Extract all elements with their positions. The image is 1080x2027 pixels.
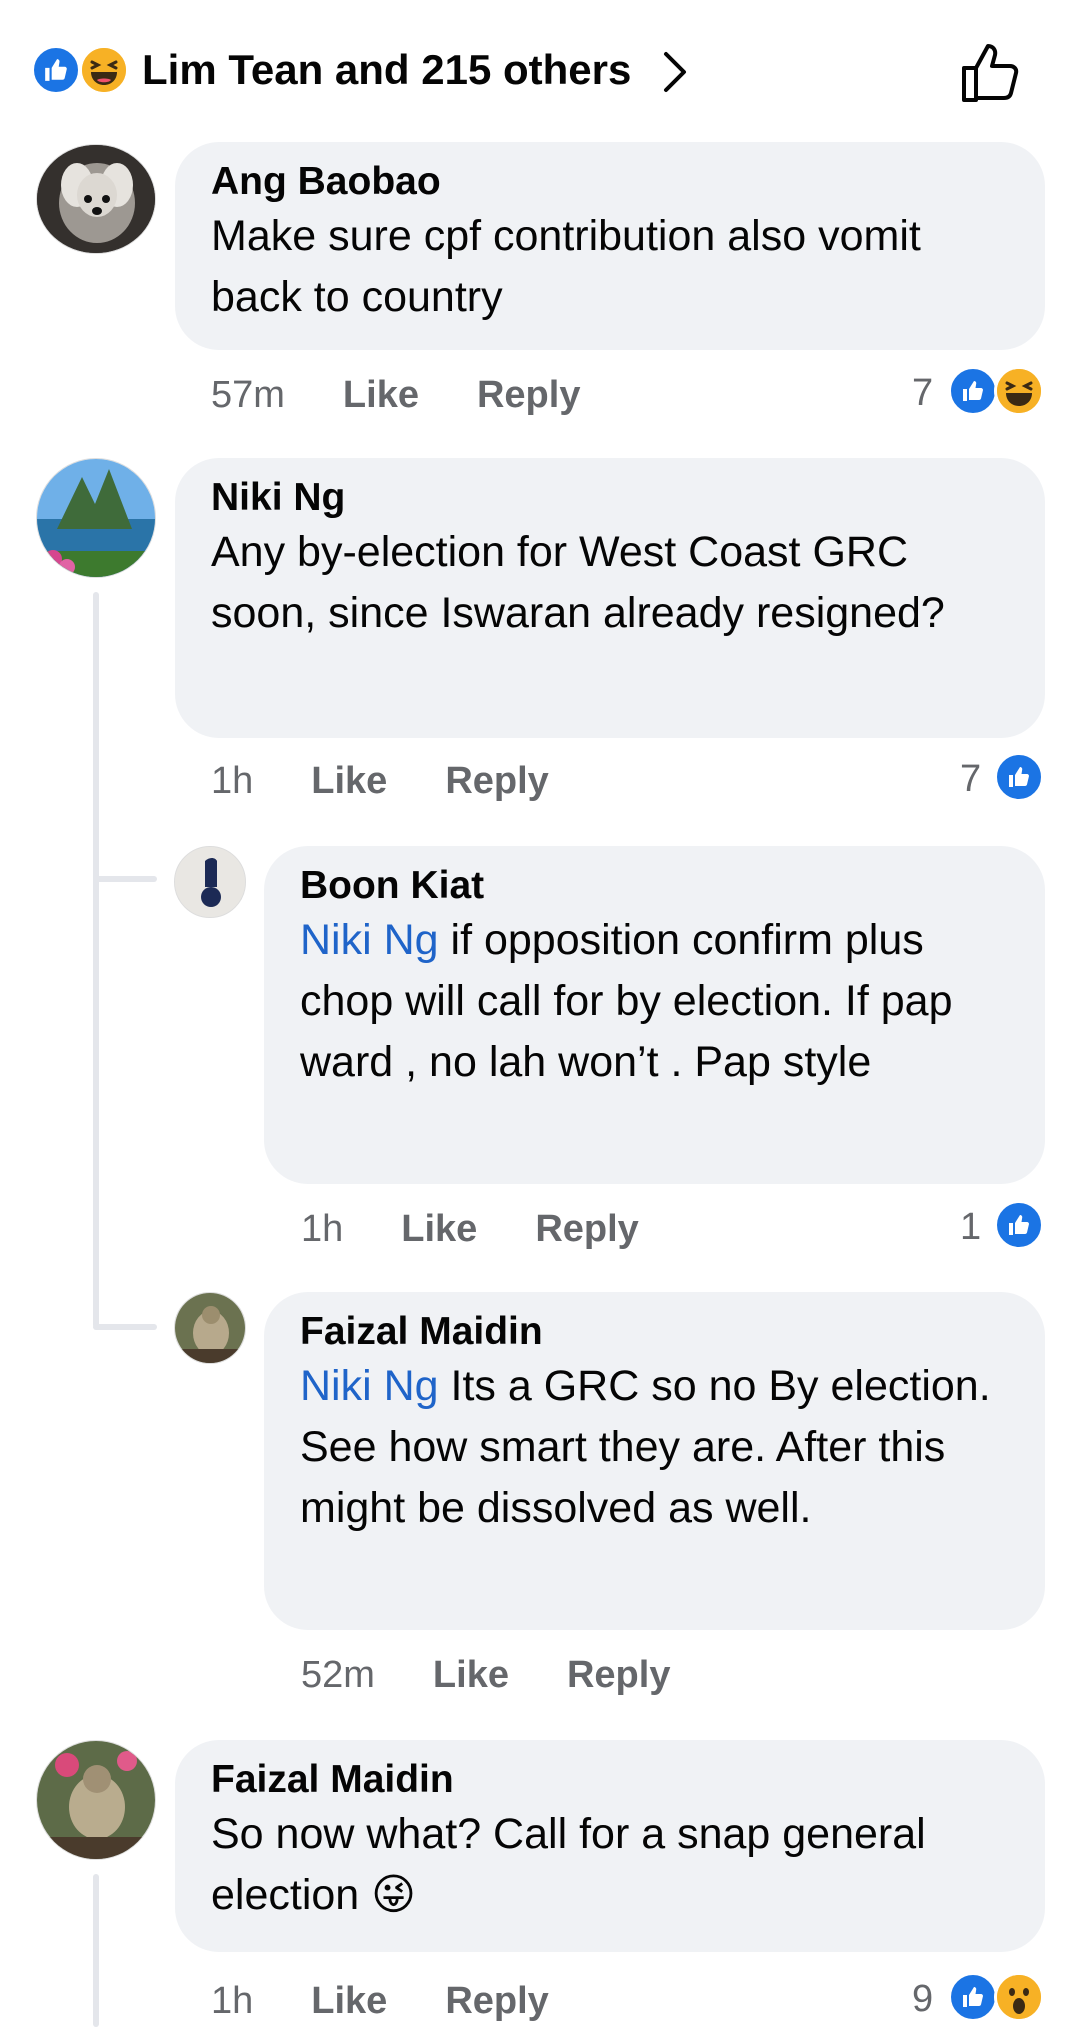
comment-text-body: So now what? Call for a snap general ele… bbox=[211, 1810, 926, 1919]
reply-bubble: Faizal Maidin Niki Ng Its a GRC so no By… bbox=[264, 1292, 1045, 1630]
comment-actions: 1h Like Reply bbox=[301, 1206, 697, 1252]
haha-icon bbox=[994, 366, 1044, 416]
comment-time[interactable]: 52m bbox=[301, 1652, 375, 1698]
like-link[interactable]: Like bbox=[343, 372, 419, 418]
comment-author[interactable]: Faizal Maidin bbox=[211, 1756, 1009, 1804]
thread-connector bbox=[93, 1324, 157, 1330]
avatar[interactable] bbox=[174, 1292, 246, 1364]
reaction-count[interactable]: 9 bbox=[912, 1976, 933, 2022]
emoji: 😜 bbox=[371, 1870, 416, 1920]
like-link[interactable]: Like bbox=[311, 1978, 387, 2024]
wow-icon bbox=[994, 1972, 1044, 2022]
avatar[interactable] bbox=[36, 1740, 156, 1860]
comment-author[interactable]: Niki Ng bbox=[211, 474, 1009, 522]
like-link[interactable]: Like bbox=[311, 758, 387, 804]
avatar[interactable] bbox=[174, 846, 246, 918]
avatar[interactable] bbox=[36, 144, 156, 254]
comment-time[interactable]: 1h bbox=[211, 1978, 253, 2024]
mention-link[interactable]: Niki Ng bbox=[300, 1362, 439, 1410]
like-link[interactable]: Like bbox=[433, 1652, 509, 1698]
comment-time[interactable]: 57m bbox=[211, 372, 285, 418]
haha-icon bbox=[78, 44, 130, 96]
thread-line bbox=[93, 592, 99, 1328]
comment-text: Niki Ng if opposition confirm plus chop … bbox=[300, 910, 1009, 1093]
thread-line bbox=[93, 1874, 99, 2027]
like-icon bbox=[994, 1200, 1044, 1250]
comment-text: So now what? Call for a snap general ele… bbox=[211, 1804, 1009, 1926]
reaction-count[interactable]: 7 bbox=[912, 370, 933, 416]
chevron-right-icon[interactable] bbox=[660, 50, 690, 94]
comment-time[interactable]: 1h bbox=[211, 758, 253, 804]
comment-actions: 57m Like Reply bbox=[211, 372, 638, 418]
reply-bubble: Boon Kiat Niki Ng if opposition confirm … bbox=[264, 846, 1045, 1184]
reply-link[interactable]: Reply bbox=[445, 758, 548, 804]
comment-actions: 1h Like Reply bbox=[211, 758, 607, 804]
like-icon bbox=[994, 752, 1044, 802]
reply-link[interactable]: Reply bbox=[535, 1206, 638, 1252]
comment-bubble: Faizal Maidin So now what? Call for a sn… bbox=[175, 1740, 1045, 1952]
comment-actions: 52m Like Reply bbox=[301, 1652, 728, 1698]
comment-text: Make sure cpf contribution also vomit ba… bbox=[211, 212, 921, 321]
reply-link[interactable]: Reply bbox=[445, 1978, 548, 2024]
mention-link[interactable]: Niki Ng bbox=[300, 916, 439, 964]
avatar[interactable] bbox=[36, 458, 156, 578]
comment-text: Niki Ng Its a GRC so no By election. See… bbox=[300, 1356, 1009, 1539]
comment-bubble: Niki Ng Any by-election for West Coast G… bbox=[175, 458, 1045, 738]
reaction-count[interactable]: 7 bbox=[960, 756, 981, 802]
like-icon bbox=[948, 1972, 998, 2022]
comment-author[interactable]: Ang Baobao bbox=[211, 158, 1009, 206]
like-button-icon[interactable] bbox=[958, 40, 1024, 106]
comment-time[interactable]: 1h bbox=[301, 1206, 343, 1252]
like-link[interactable]: Like bbox=[401, 1206, 477, 1252]
comment-actions: 1h Like Reply bbox=[211, 1978, 607, 2024]
comment-text: Any by-election for West Coast GRC soon,… bbox=[211, 528, 945, 637]
comment-bubble: Ang Baobao Make sure cpf contribution al… bbox=[175, 142, 1045, 350]
reply-link[interactable]: Reply bbox=[477, 372, 580, 418]
like-icon bbox=[948, 366, 998, 416]
reaction-count[interactable]: 1 bbox=[960, 1204, 981, 1250]
like-icon bbox=[30, 44, 82, 96]
reply-link[interactable]: Reply bbox=[567, 1652, 670, 1698]
comment-author[interactable]: Boon Kiat bbox=[300, 862, 1009, 910]
reactions-header: Lim Tean and 215 others bbox=[0, 0, 1080, 140]
thread-connector bbox=[93, 876, 157, 882]
comment-author[interactable]: Faizal Maidin bbox=[300, 1308, 1009, 1356]
reaction-summary[interactable]: Lim Tean and 215 others bbox=[142, 44, 631, 96]
